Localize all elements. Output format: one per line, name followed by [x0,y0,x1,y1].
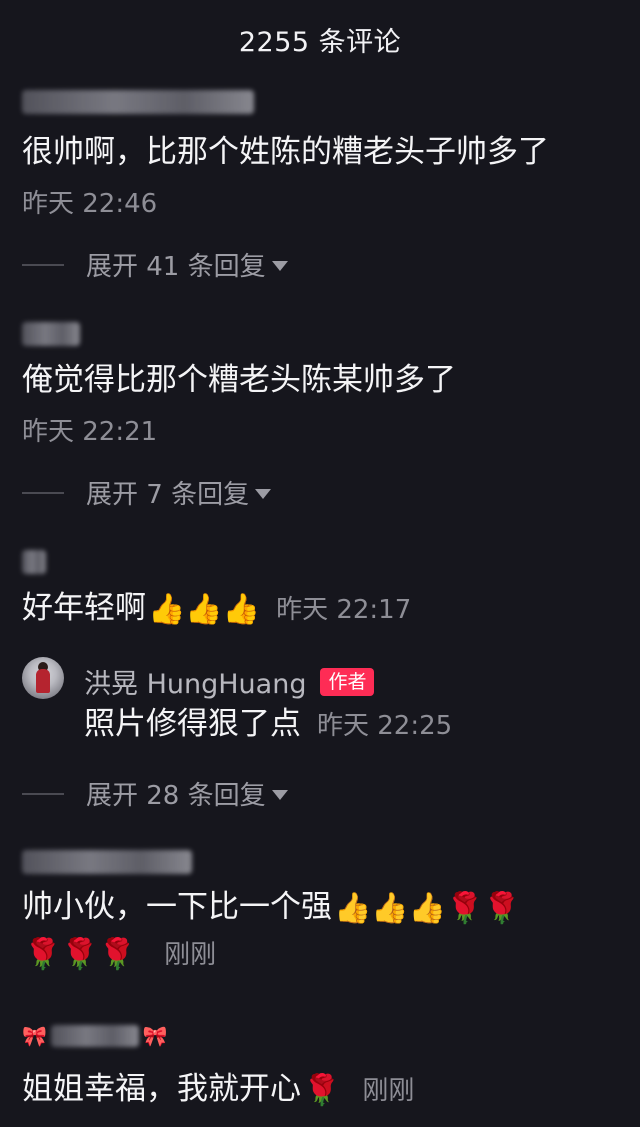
comment-row: 好年轻啊👍👍👍 昨天 22:17 [22,589,411,629]
reply-author-name: 洪晃 HungHuang [84,669,307,700]
divider-dash [22,491,64,494]
divider-dash [22,263,64,266]
username-blurred-row[interactable]: 🎀 🎀 [22,1024,168,1048]
comment-text: 很帅啊，比那个姓陈的糟老头子帅多了 [22,134,549,170]
comment-time: 昨天 22:46 [22,189,158,219]
page-title: 2255 条评论 [238,27,402,58]
username-blurred[interactable] [22,550,46,574]
comment-time: 昨天 22:17 [276,595,412,625]
rose-icon: 🌹 [303,1072,341,1108]
expand-replies-button[interactable]: 展开 41 条回复 [22,246,288,283]
bow-icon: 🎀 [142,1024,168,1048]
thumbs-up-icon: 👍👍👍🌹🌹 [334,890,521,926]
username-blurred[interactable] [22,850,192,874]
reply-text: 照片修得狠了点 [84,706,301,742]
author-badge: 作者 [320,667,375,696]
comment-row: 帅小伙，一下比一个强👍👍👍🌹🌹 [22,888,521,928]
reply-author[interactable]: 洪晃 HungHuang 作者 [84,662,375,701]
rose-icon: 🌹🌹🌹 [24,936,137,972]
expand-label: 展开 41 条回复 [86,252,266,282]
chevron-down-icon [271,789,288,800]
expand-label: 展开 7 条回复 [86,480,250,510]
thumbs-up-icon: 👍👍👍 [148,591,261,627]
expand-label: 展开 28 条回复 [86,781,266,811]
expand-replies-button[interactable]: 展开 7 条回复 [22,474,272,511]
reply-row: 照片修得狠了点 昨天 22:25 [84,705,452,745]
comment-text: 俺觉得比那个糟老头陈某帅多了 [22,362,456,398]
comment-text: 姐姐幸福，我就开心 [22,1071,301,1107]
comment-text: 帅小伙，一下比一个强 [22,889,332,925]
username-blurred [50,1025,139,1047]
comment-row: 姐姐幸福，我就开心🌹 刚刚 [22,1070,414,1110]
divider-dash [22,792,64,795]
expand-replies-button[interactable]: 展开 28 条回复 [22,775,288,812]
comment-time: 昨天 22:21 [22,417,158,447]
comment-row-cont: 🌹🌹🌹 刚刚 [22,934,216,974]
chevron-down-icon [271,260,288,271]
username-blurred[interactable] [22,322,80,346]
avatar[interactable] [22,657,64,699]
comment-text: 好年轻啊 [22,590,146,626]
reply-time: 昨天 22:25 [317,711,453,741]
bow-icon: 🎀 [22,1024,47,1048]
username-blurred[interactable] [22,90,254,114]
chevron-down-icon [255,488,272,499]
comment-time: 刚刚 [362,1076,415,1106]
comment-time: 刚刚 [164,940,217,970]
